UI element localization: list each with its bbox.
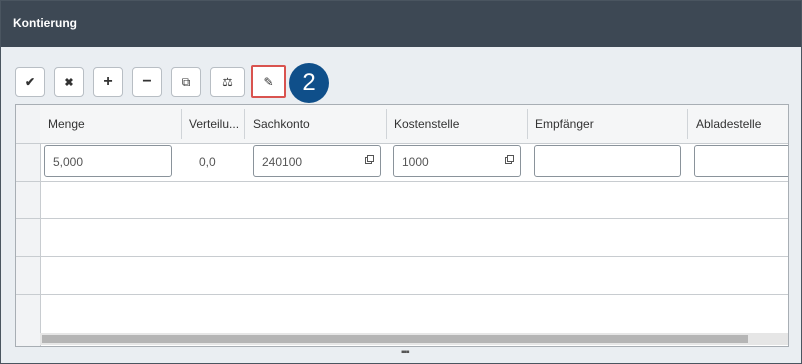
column-header-sachkonto[interactable]: Sachkonto: [253, 117, 310, 131]
copy-icon: ⧉: [181, 74, 191, 89]
empfaenger-input[interactable]: [534, 145, 681, 177]
kostenstelle-value: 1000: [402, 155, 429, 169]
remove-row-button[interactable]: −: [132, 67, 162, 97]
dialog-title: Kontierung: [13, 16, 77, 30]
confirm-button[interactable]: ✔: [15, 67, 45, 97]
kostenstelle-input[interactable]: 1000: [393, 145, 521, 177]
column-header-menge[interactable]: Menge: [48, 117, 85, 131]
title-bar: Kontierung: [1, 1, 801, 47]
edit-button[interactable]: ✎: [251, 65, 286, 98]
column-header-abladestelle[interactable]: Abladestelle: [696, 117, 761, 131]
add-row-button[interactable]: +: [93, 67, 123, 97]
open-lookup-icon[interactable]: [505, 155, 514, 164]
plus-icon: +: [103, 73, 113, 90]
kontierung-dialog: Kontierung ✔ ✖ + − ⧉ ⚖ ✎ 2 Menge Verteil…: [0, 0, 802, 364]
menge-input[interactable]: 5,000: [44, 145, 172, 177]
scrollbar-thumb[interactable]: [42, 335, 748, 343]
resize-grip-icon[interactable]: ▪▪▪: [401, 347, 410, 358]
abladestelle-input[interactable]: [694, 145, 788, 177]
table-header: Menge Verteilu... Sachkonto Kostenstelle…: [40, 105, 788, 144]
row-header-column: [16, 105, 41, 346]
close-icon: ✖: [64, 76, 74, 89]
balance-button[interactable]: ⚖: [210, 67, 245, 97]
pencil-icon: ✎: [263, 74, 274, 89]
check-icon: ✔: [24, 75, 36, 89]
delete-button[interactable]: ✖: [54, 67, 84, 97]
sachkonto-value: 240100: [262, 155, 303, 169]
column-header-empfaenger[interactable]: Empfänger: [535, 117, 594, 131]
minus-icon: −: [142, 73, 152, 90]
kontierung-grid: Menge Verteilu... Sachkonto Kostenstelle…: [15, 104, 789, 347]
scale-icon: ⚖: [222, 75, 233, 89]
sachkonto-input[interactable]: 240100: [253, 145, 381, 177]
horizontal-scrollbar[interactable]: [40, 333, 788, 345]
callout-badge: 2: [289, 63, 329, 103]
copy-button[interactable]: ⧉: [171, 67, 201, 97]
verteilung-value: 0,0: [199, 155, 216, 169]
column-header-kostenstelle[interactable]: Kostenstelle: [394, 117, 459, 131]
column-header-verteilung[interactable]: Verteilu...: [189, 117, 239, 131]
open-lookup-icon[interactable]: [365, 155, 374, 164]
